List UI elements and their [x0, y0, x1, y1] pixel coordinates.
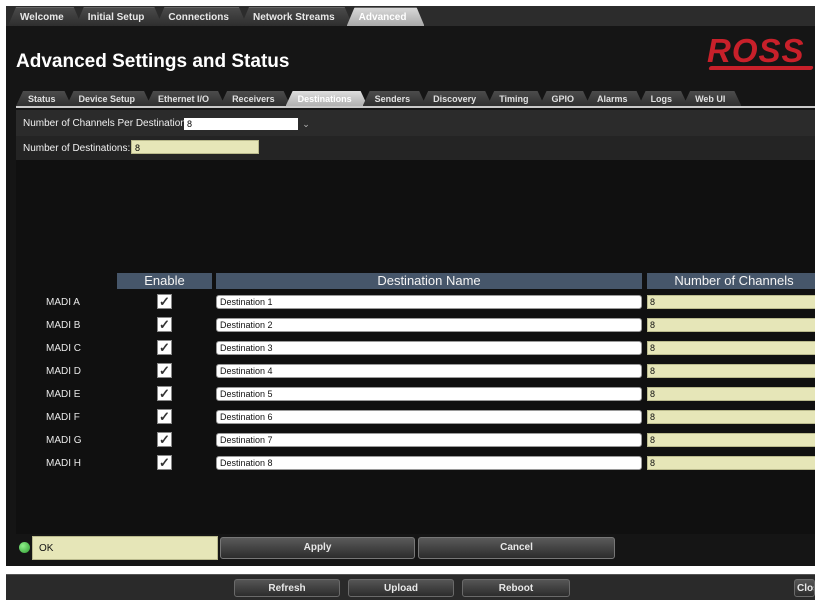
footer-bar: Refresh Upload Reboot Close	[6, 574, 815, 600]
tab-network-streams[interactable]: Network Streams	[241, 7, 353, 26]
channels-per-destination-select[interactable]: 8	[184, 118, 298, 130]
checkmark-icon: ✓	[159, 294, 170, 309]
row-label: MADI B	[46, 320, 81, 331]
destination-name-input[interactable]: Destination 8	[216, 456, 642, 470]
destination-name-input[interactable]: Destination 6	[216, 410, 642, 424]
checkmark-icon: ✓	[159, 432, 170, 447]
number-of-destinations-row: Number of Destinations: 8	[16, 136, 815, 160]
status-message: OK	[32, 536, 218, 560]
number-of-channels-field[interactable]: 8	[647, 433, 815, 447]
refresh-button[interactable]: Refresh	[234, 579, 340, 597]
tab-ethernet-io[interactable]: Ethernet I/O	[146, 91, 225, 106]
upload-button[interactable]: Upload	[348, 579, 454, 597]
number-of-channels-field[interactable]: 8	[647, 456, 815, 470]
number-of-destinations-field[interactable]: 8	[131, 140, 259, 154]
enable-checkbox[interactable]: ✓	[157, 386, 172, 401]
destination-name-input[interactable]: Destination 7	[216, 433, 642, 447]
tab-destinations[interactable]: Destinations	[286, 91, 368, 106]
destination-name-input[interactable]: Destination 1	[216, 295, 642, 309]
number-of-channels-field[interactable]: 8	[647, 341, 815, 355]
chevron-down-icon[interactable]: ⌄	[300, 118, 312, 130]
enable-column-header: Enable	[117, 273, 212, 289]
page-title: Advanced Settings and Status	[16, 51, 290, 72]
number-of-channels-field[interactable]: 8	[647, 410, 815, 424]
status-led-icon	[19, 542, 30, 553]
apply-button[interactable]: Apply	[220, 537, 415, 559]
destination-name-column-header: Destination Name	[216, 273, 642, 289]
tab-discovery[interactable]: Discovery	[421, 91, 492, 106]
destination-name-input[interactable]: Destination 5	[216, 387, 642, 401]
close-button[interactable]: Close	[794, 579, 815, 597]
tab-advanced[interactable]: Advanced	[347, 7, 425, 26]
number-of-channels-column-header: Number of Channels	[647, 273, 815, 289]
top-tab-bar: Welcome Initial Setup Connections Networ…	[6, 6, 815, 26]
enable-checkbox[interactable]: ✓	[157, 363, 172, 378]
tab-receivers[interactable]: Receivers	[220, 91, 291, 106]
destination-name-input[interactable]: Destination 4	[216, 364, 642, 378]
number-of-channels-field[interactable]: 8	[647, 295, 815, 309]
row-label: MADI C	[46, 343, 81, 354]
tab-initial-setup[interactable]: Initial Setup	[76, 7, 163, 26]
enable-checkbox[interactable]: ✓	[157, 317, 172, 332]
checkmark-icon: ✓	[159, 386, 170, 401]
checkmark-icon: ✓	[159, 409, 170, 424]
number-of-destinations-label: Number of Destinations:	[23, 143, 131, 154]
tab-senders[interactable]: Senders	[363, 91, 427, 106]
checkmark-icon: ✓	[159, 363, 170, 378]
tab-status[interactable]: Status	[16, 91, 72, 106]
checkmark-icon: ✓	[159, 340, 170, 355]
enable-checkbox[interactable]: ✓	[157, 455, 172, 470]
enable-checkbox[interactable]: ✓	[157, 294, 172, 309]
channels-per-destination-label: Number of Channels Per Destination	[23, 118, 186, 129]
enable-checkbox[interactable]: ✓	[157, 432, 172, 447]
tab-timing[interactable]: Timing	[487, 91, 544, 106]
number-of-channels-field[interactable]: 8	[647, 387, 815, 401]
ross-logo: ROSS	[707, 32, 815, 72]
row-label: MADI F	[46, 412, 80, 423]
cancel-button[interactable]: Cancel	[418, 537, 615, 559]
destination-name-input[interactable]: Destination 2	[216, 318, 642, 332]
channels-per-destination-row: Number of Channels Per Destination 8 ⌄	[16, 110, 815, 136]
row-label: MADI G	[46, 435, 82, 446]
logo-wordmark: ROSS	[707, 32, 805, 69]
tab-alarms[interactable]: Alarms	[585, 91, 644, 106]
tab-welcome[interactable]: Welcome	[8, 7, 82, 26]
number-of-channels-field[interactable]: 8	[647, 364, 815, 378]
sub-tab-bar: Status Device Setup Ethernet I/O Receive…	[16, 91, 815, 108]
tab-device-setup[interactable]: Device Setup	[67, 91, 152, 106]
tab-web-ui[interactable]: Web UI	[683, 91, 741, 106]
logo-swoosh	[708, 66, 814, 70]
enable-checkbox[interactable]: ✓	[157, 340, 172, 355]
row-label: MADI E	[46, 389, 81, 400]
row-label: MADI A	[46, 297, 80, 308]
tab-connections[interactable]: Connections	[156, 7, 247, 26]
tab-gpio[interactable]: GPIO	[540, 91, 591, 106]
row-label: MADI D	[46, 366, 81, 377]
checkmark-icon: ✓	[159, 455, 170, 470]
row-label: MADI H	[46, 458, 81, 469]
destination-name-input[interactable]: Destination 3	[216, 341, 642, 355]
main-frame: Advanced Settings and Status ROSS Status…	[6, 26, 815, 566]
enable-checkbox[interactable]: ✓	[157, 409, 172, 424]
reboot-button[interactable]: Reboot	[462, 579, 570, 597]
number-of-channels-field[interactable]: 8	[647, 318, 815, 332]
tab-logs[interactable]: Logs	[639, 91, 689, 106]
checkmark-icon: ✓	[159, 317, 170, 332]
destinations-panel: Number of Channels Per Destination 8 ⌄ N…	[16, 110, 815, 534]
